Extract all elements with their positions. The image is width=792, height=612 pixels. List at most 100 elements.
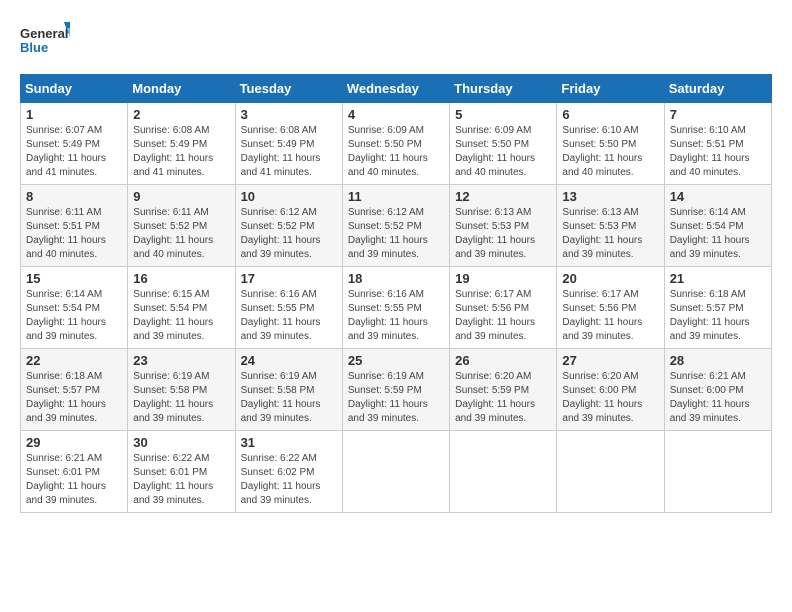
svg-text:Blue: Blue [20,40,48,55]
calendar-cell: 17 Sunrise: 6:16 AM Sunset: 5:55 PM Dayl… [235,267,342,349]
day-number: 12 [455,189,551,204]
calendar-cell: 22 Sunrise: 6:18 AM Sunset: 5:57 PM Dayl… [21,349,128,431]
weekday-header: Saturday [664,75,771,103]
day-number: 23 [133,353,229,368]
day-number: 13 [562,189,658,204]
day-number: 16 [133,271,229,286]
day-info: Sunrise: 6:12 AM Sunset: 5:52 PM Dayligh… [348,206,444,262]
calendar-week-row: 29 Sunrise: 6:21 AM Sunset: 6:01 PM Dayl… [21,431,772,513]
calendar-cell [664,431,771,513]
day-info: Sunrise: 6:12 AM Sunset: 5:52 PM Dayligh… [241,206,337,262]
weekday-header: Sunday [21,75,128,103]
day-info: Sunrise: 6:18 AM Sunset: 5:57 PM Dayligh… [26,370,122,426]
day-number: 25 [348,353,444,368]
calendar-cell: 5 Sunrise: 6:09 AM Sunset: 5:50 PM Dayli… [450,103,557,185]
calendar-cell: 8 Sunrise: 6:11 AM Sunset: 5:51 PM Dayli… [21,185,128,267]
day-number: 22 [26,353,122,368]
calendar-cell: 12 Sunrise: 6:13 AM Sunset: 5:53 PM Dayl… [450,185,557,267]
day-info: Sunrise: 6:14 AM Sunset: 5:54 PM Dayligh… [26,288,122,344]
day-number: 18 [348,271,444,286]
weekday-header: Monday [128,75,235,103]
day-number: 7 [670,107,766,122]
day-info: Sunrise: 6:10 AM Sunset: 5:51 PM Dayligh… [670,124,766,180]
calendar-cell: 9 Sunrise: 6:11 AM Sunset: 5:52 PM Dayli… [128,185,235,267]
day-info: Sunrise: 6:15 AM Sunset: 5:54 PM Dayligh… [133,288,229,344]
day-info: Sunrise: 6:11 AM Sunset: 5:52 PM Dayligh… [133,206,229,262]
day-number: 8 [26,189,122,204]
day-info: Sunrise: 6:19 AM Sunset: 5:58 PM Dayligh… [241,370,337,426]
day-info: Sunrise: 6:08 AM Sunset: 5:49 PM Dayligh… [241,124,337,180]
calendar-cell: 7 Sunrise: 6:10 AM Sunset: 5:51 PM Dayli… [664,103,771,185]
day-info: Sunrise: 6:13 AM Sunset: 5:53 PM Dayligh… [455,206,551,262]
day-number: 11 [348,189,444,204]
logo-icon: General Blue [20,20,70,64]
calendar-cell: 20 Sunrise: 6:17 AM Sunset: 5:56 PM Dayl… [557,267,664,349]
calendar-cell: 15 Sunrise: 6:14 AM Sunset: 5:54 PM Dayl… [21,267,128,349]
calendar-cell: 14 Sunrise: 6:14 AM Sunset: 5:54 PM Dayl… [664,185,771,267]
calendar-week-row: 8 Sunrise: 6:11 AM Sunset: 5:51 PM Dayli… [21,185,772,267]
day-number: 9 [133,189,229,204]
day-info: Sunrise: 6:19 AM Sunset: 5:58 PM Dayligh… [133,370,229,426]
calendar-week-row: 1 Sunrise: 6:07 AM Sunset: 5:49 PM Dayli… [21,103,772,185]
calendar-cell: 25 Sunrise: 6:19 AM Sunset: 5:59 PM Dayl… [342,349,449,431]
day-info: Sunrise: 6:21 AM Sunset: 6:01 PM Dayligh… [26,452,122,508]
calendar-cell [557,431,664,513]
day-info: Sunrise: 6:11 AM Sunset: 5:51 PM Dayligh… [26,206,122,262]
page-header: General Blue [20,20,772,64]
day-info: Sunrise: 6:10 AM Sunset: 5:50 PM Dayligh… [562,124,658,180]
day-info: Sunrise: 6:09 AM Sunset: 5:50 PM Dayligh… [348,124,444,180]
day-number: 21 [670,271,766,286]
weekday-header: Friday [557,75,664,103]
calendar-cell: 1 Sunrise: 6:07 AM Sunset: 5:49 PM Dayli… [21,103,128,185]
calendar-cell: 29 Sunrise: 6:21 AM Sunset: 6:01 PM Dayl… [21,431,128,513]
day-info: Sunrise: 6:21 AM Sunset: 6:00 PM Dayligh… [670,370,766,426]
calendar-cell: 21 Sunrise: 6:18 AM Sunset: 5:57 PM Dayl… [664,267,771,349]
calendar-cell: 13 Sunrise: 6:13 AM Sunset: 5:53 PM Dayl… [557,185,664,267]
calendar-week-row: 15 Sunrise: 6:14 AM Sunset: 5:54 PM Dayl… [21,267,772,349]
day-number: 27 [562,353,658,368]
day-number: 17 [241,271,337,286]
weekday-header: Wednesday [342,75,449,103]
day-number: 28 [670,353,766,368]
calendar-cell: 28 Sunrise: 6:21 AM Sunset: 6:00 PM Dayl… [664,349,771,431]
svg-text:General: General [20,26,68,41]
day-info: Sunrise: 6:20 AM Sunset: 5:59 PM Dayligh… [455,370,551,426]
logo: General Blue [20,20,70,64]
calendar-cell: 31 Sunrise: 6:22 AM Sunset: 6:02 PM Dayl… [235,431,342,513]
weekday-header: Thursday [450,75,557,103]
day-number: 14 [670,189,766,204]
day-number: 10 [241,189,337,204]
day-info: Sunrise: 6:09 AM Sunset: 5:50 PM Dayligh… [455,124,551,180]
day-number: 31 [241,435,337,450]
calendar-cell [342,431,449,513]
day-info: Sunrise: 6:14 AM Sunset: 5:54 PM Dayligh… [670,206,766,262]
calendar-cell: 23 Sunrise: 6:19 AM Sunset: 5:58 PM Dayl… [128,349,235,431]
day-info: Sunrise: 6:16 AM Sunset: 5:55 PM Dayligh… [348,288,444,344]
day-info: Sunrise: 6:07 AM Sunset: 5:49 PM Dayligh… [26,124,122,180]
day-number: 4 [348,107,444,122]
calendar-header-row: SundayMondayTuesdayWednesdayThursdayFrid… [21,75,772,103]
calendar-cell: 24 Sunrise: 6:19 AM Sunset: 5:58 PM Dayl… [235,349,342,431]
day-info: Sunrise: 6:18 AM Sunset: 5:57 PM Dayligh… [670,288,766,344]
day-number: 30 [133,435,229,450]
calendar-cell: 10 Sunrise: 6:12 AM Sunset: 5:52 PM Dayl… [235,185,342,267]
calendar-cell: 6 Sunrise: 6:10 AM Sunset: 5:50 PM Dayli… [557,103,664,185]
day-info: Sunrise: 6:17 AM Sunset: 5:56 PM Dayligh… [562,288,658,344]
day-number: 20 [562,271,658,286]
day-number: 29 [26,435,122,450]
day-info: Sunrise: 6:20 AM Sunset: 6:00 PM Dayligh… [562,370,658,426]
day-info: Sunrise: 6:17 AM Sunset: 5:56 PM Dayligh… [455,288,551,344]
day-info: Sunrise: 6:13 AM Sunset: 5:53 PM Dayligh… [562,206,658,262]
weekday-header: Tuesday [235,75,342,103]
day-info: Sunrise: 6:19 AM Sunset: 5:59 PM Dayligh… [348,370,444,426]
calendar-week-row: 22 Sunrise: 6:18 AM Sunset: 5:57 PM Dayl… [21,349,772,431]
calendar-cell: 3 Sunrise: 6:08 AM Sunset: 5:49 PM Dayli… [235,103,342,185]
calendar-cell: 27 Sunrise: 6:20 AM Sunset: 6:00 PM Dayl… [557,349,664,431]
calendar-cell: 30 Sunrise: 6:22 AM Sunset: 6:01 PM Dayl… [128,431,235,513]
day-number: 24 [241,353,337,368]
day-number: 5 [455,107,551,122]
day-info: Sunrise: 6:22 AM Sunset: 6:02 PM Dayligh… [241,452,337,508]
day-number: 15 [26,271,122,286]
calendar-cell: 26 Sunrise: 6:20 AM Sunset: 5:59 PM Dayl… [450,349,557,431]
calendar-cell: 19 Sunrise: 6:17 AM Sunset: 5:56 PM Dayl… [450,267,557,349]
